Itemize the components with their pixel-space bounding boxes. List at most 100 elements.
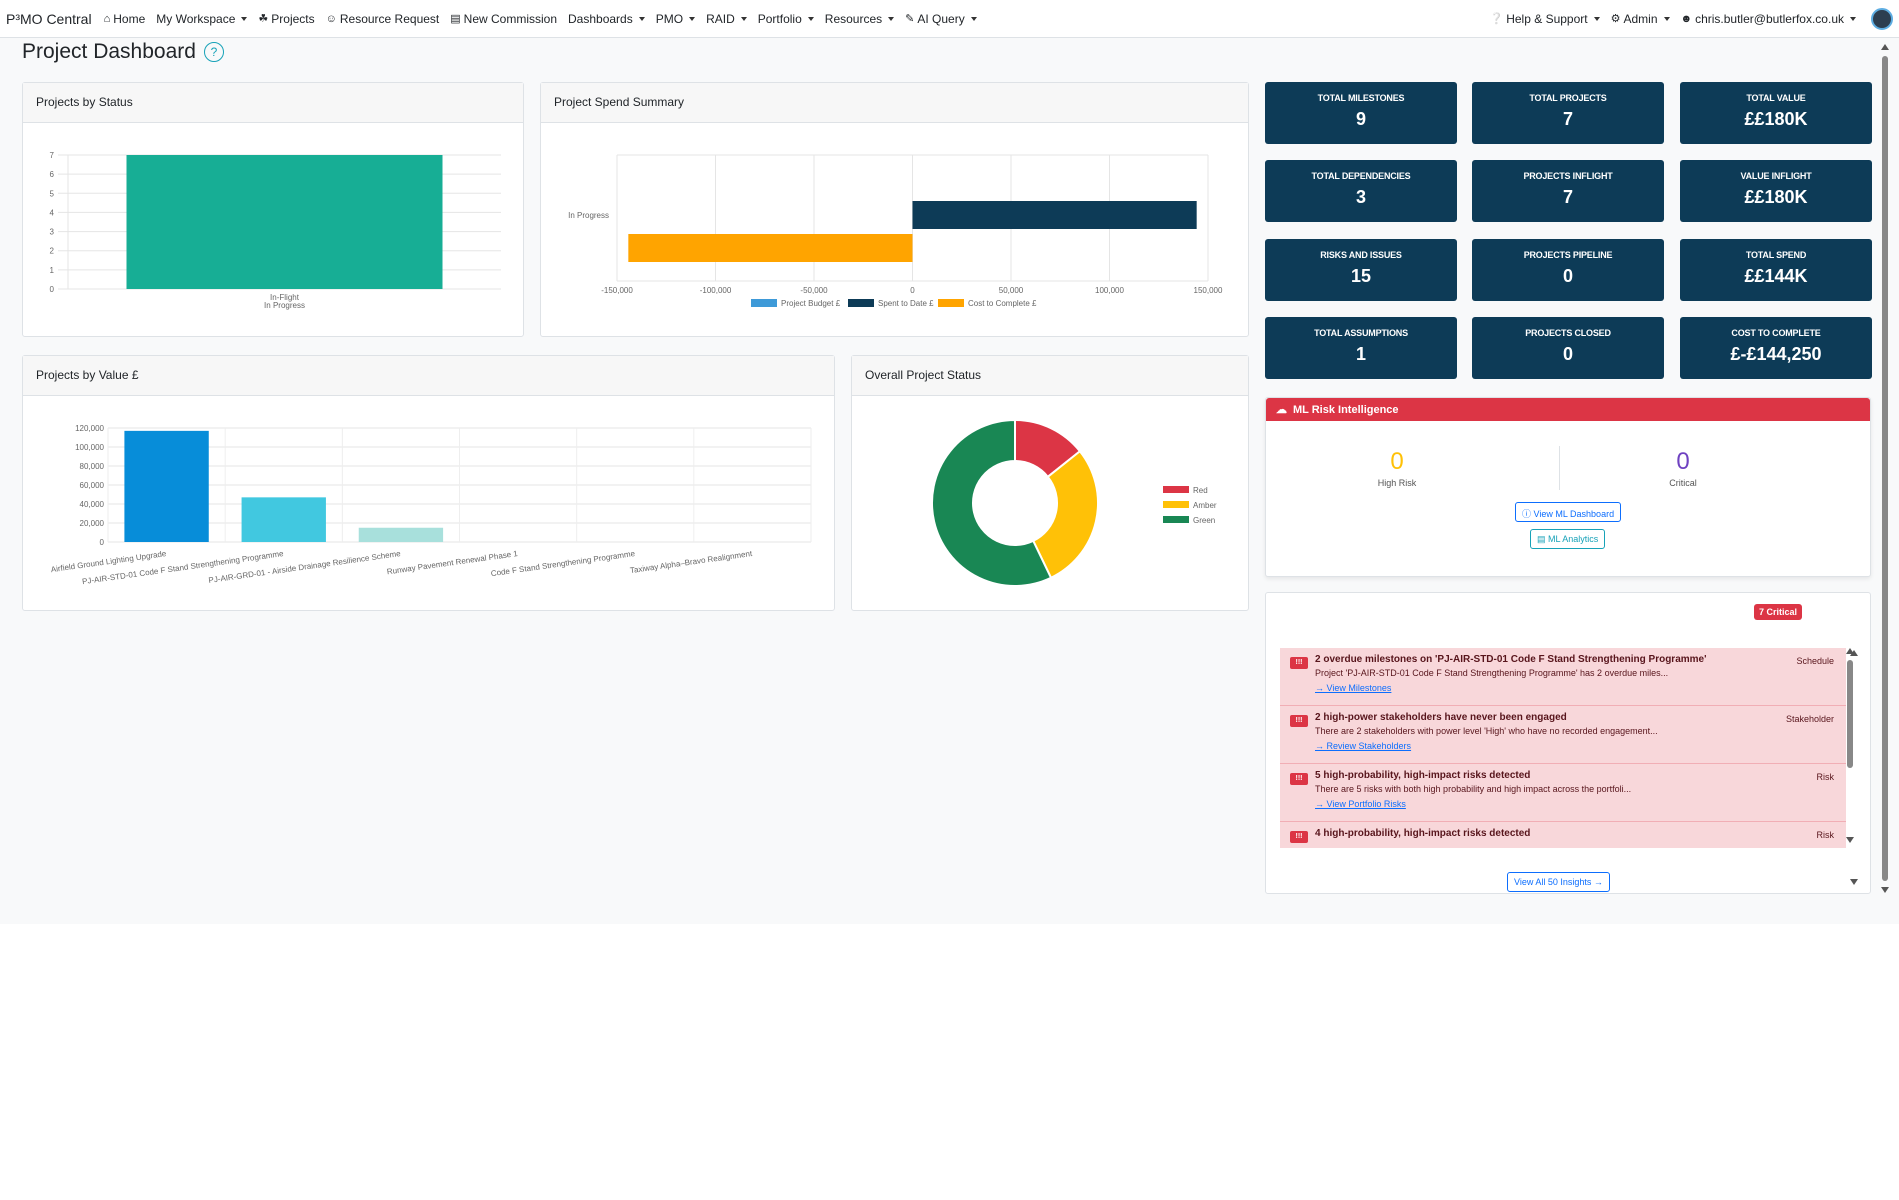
stat-tile-total-milestones[interactable]: Total Milestones 9 xyxy=(1265,82,1457,144)
caret-down-icon xyxy=(807,16,814,21)
user-menu[interactable]: ☻ chris.butler@butlerfox.co.uk xyxy=(1681,11,1856,26)
legend-label: Amber xyxy=(1193,501,1217,510)
x-tick-label: 50,000 xyxy=(999,286,1024,295)
user-email: chris.butler@butlerfox.co.uk xyxy=(1695,11,1844,26)
nav-item-portfolio[interactable]: Portfolio xyxy=(758,12,814,26)
stat-tile-projects-pipeline[interactable]: Projects Pipeline 0 xyxy=(1472,239,1664,301)
stat-tile-total-assumptions[interactable]: Total Assumptions 1 xyxy=(1265,317,1457,379)
document-icon: ▤ xyxy=(450,13,461,25)
avatar[interactable] xyxy=(1871,7,1893,30)
stat-tile-total-dependencies[interactable]: Total Dependencies 3 xyxy=(1265,160,1457,222)
brain-icon: ☁ xyxy=(1276,404,1287,416)
stat-tile-cost-to-complete[interactable]: Cost to Complete £-£144,250 xyxy=(1680,317,1872,379)
view-ml-dashboard-button[interactable]: ⓘ View ML Dashboard xyxy=(1515,502,1622,522)
scroll-thumb[interactable] xyxy=(1847,660,1853,768)
critical-stat: 0 Critical xyxy=(1652,448,1714,488)
stat-tile-total-spend[interactable]: Total Spend ££144K xyxy=(1680,239,1872,301)
scroll-up-icon[interactable] xyxy=(1881,44,1889,50)
view-all-insights-button[interactable]: View All 50 Insights → xyxy=(1507,872,1610,892)
caret-down-icon xyxy=(740,16,747,21)
high-risk-stat: 0 High Risk xyxy=(1366,448,1428,488)
nav-item-raid[interactable]: RAID xyxy=(706,12,747,26)
stat-tile-risks-and-issues[interactable]: Risks and Issues 15 xyxy=(1265,239,1457,301)
nav-label: Resource Request xyxy=(339,11,440,26)
stat-label: Total Assumptions xyxy=(1314,328,1408,338)
page-title-row: Project Dashboard ? xyxy=(22,40,224,64)
projects-by-status-card: Projects by Status 0 1 2 3 4 5 6 7 In-Flight In P… xyxy=(22,82,524,337)
legend-swatch xyxy=(1163,516,1189,523)
insight-item[interactable]: !!! 4 high-probability, high-impact risks… xyxy=(1280,822,1846,848)
scroll-down-icon[interactable] xyxy=(1881,887,1889,893)
alert-badge-icon: !!! xyxy=(1290,715,1308,727)
nav-item-resources[interactable]: Resources xyxy=(824,11,895,26)
card-title: Project Spend Summary xyxy=(541,83,1248,123)
admin-menu[interactable]: ⚙ Admin xyxy=(1611,12,1670,26)
bar-value xyxy=(124,430,209,542)
ml-divider xyxy=(1559,446,1560,490)
y-tick-label: 5 xyxy=(50,189,55,198)
legend-swatch xyxy=(751,299,777,307)
view-ml-dashboard-label: View ML Dashboard xyxy=(1533,509,1615,519)
insight-item[interactable]: !!! 5 high-probability, high-impact risks… xyxy=(1280,764,1846,822)
y-tick-label: 60,000 xyxy=(80,481,105,490)
stat-tile-projects-inflight[interactable]: Projects Inflight 7 xyxy=(1472,160,1664,222)
nav-item-new-commission[interactable]: ▤ New Commission xyxy=(450,12,557,26)
nav-item-resource-request[interactable]: ☺ Resource Request xyxy=(326,12,440,26)
scroll-thumb[interactable] xyxy=(1882,56,1888,881)
y-tick-label: 80,000 xyxy=(80,462,105,471)
nav-item-my-workspace[interactable]: My Workspace xyxy=(156,12,248,26)
nav-label: Resources xyxy=(824,11,883,26)
insight-link[interactable]: → View Portfolio Risks xyxy=(1315,799,1836,809)
x-tick-label: PJ-AIR-STD-01 Code F Stand Strengthening… xyxy=(82,549,285,586)
y-tick-label: 6 xyxy=(50,170,55,179)
ml-analytics-label: ML Analytics xyxy=(1548,534,1599,544)
y-tick-label: 40,000 xyxy=(80,500,105,509)
scroll-up-icon[interactable] xyxy=(1850,650,1858,656)
stat-tile-total-value[interactable]: Total Value ££180K xyxy=(1680,82,1872,144)
stat-tile-total-projects[interactable]: Total Projects 7 xyxy=(1472,82,1664,144)
nav-label: Dashboards xyxy=(568,11,633,26)
nav-right: ❔ Help & Support ⚙ Admin ☻ chris.butler@… xyxy=(1490,7,1899,30)
stat-value: 0 xyxy=(1562,266,1573,286)
insight-category: Stakeholder xyxy=(1785,714,1834,724)
nav-item-dashboards[interactable]: Dashboards xyxy=(568,12,645,26)
scroll-down-icon[interactable] xyxy=(1846,837,1854,843)
stat-label: Projects Closed xyxy=(1525,328,1611,338)
x-tick-label: PJ-AIR-GRD-01 - Airside Drainage Resilie… xyxy=(208,549,402,585)
stat-value: 7 xyxy=(1562,187,1573,207)
nav-item-pmo[interactable]: PMO xyxy=(656,12,696,26)
help-support-menu[interactable]: ❔ Help & Support xyxy=(1490,12,1600,26)
insight-item[interactable]: !!! 2 overdue milestones on 'PJ-AIR-STD-0… xyxy=(1280,648,1846,706)
insight-link[interactable]: → View Milestones xyxy=(1315,683,1836,693)
high-risk-label: High Risk xyxy=(1377,478,1417,488)
legend-label: Spent to Date £ xyxy=(878,299,934,308)
nav-item-ai-query[interactable]: ✎ AI Query xyxy=(905,12,977,26)
caret-down-icon xyxy=(1593,16,1600,21)
stat-value: 0 xyxy=(1562,344,1573,364)
nav-menu: ⌂ Home My Workspace ☘ Projects ☺ Resource Requ… xyxy=(104,12,988,26)
bar-value xyxy=(358,527,444,542)
nav-item-projects[interactable]: ☘ Projects xyxy=(258,12,314,26)
ml-analytics-button[interactable]: ▤ ML Analytics xyxy=(1530,529,1606,549)
insight-category: Risk xyxy=(1816,772,1835,782)
nav-label: RAID xyxy=(706,11,735,26)
page-scrollbar[interactable] xyxy=(1881,44,1889,894)
insight-item[interactable]: !!! 2 high-power stakeholders have never … xyxy=(1280,706,1846,764)
bar-spent-to-date- xyxy=(912,201,1197,229)
insight-title: 4 high-probability, high-impact risks de… xyxy=(1315,828,1531,839)
insight-link[interactable]: → Review Stakeholders xyxy=(1315,741,1836,751)
nav-item-home[interactable]: ⌂ Home xyxy=(104,12,146,26)
stat-tile-value-inflight[interactable]: Value Inflight ££180K xyxy=(1680,160,1872,222)
stat-value: ££180K xyxy=(1744,187,1808,207)
insight-link-label: View Portfolio Risks xyxy=(1326,799,1406,809)
insights-scrollbar[interactable] xyxy=(1846,648,1854,848)
brand-logo[interactable]: P³MO Central xyxy=(6,11,92,27)
pen-icon: ✎ xyxy=(905,13,915,25)
stat-tile-projects-closed[interactable]: Projects Closed 0 xyxy=(1472,317,1664,379)
scroll-down-icon[interactable] xyxy=(1850,879,1858,885)
insight-link-label: View Milestones xyxy=(1326,683,1392,693)
card-title: Projects by Value £ xyxy=(23,356,834,396)
alert-badge-icon: !!! xyxy=(1290,773,1308,785)
help-icon[interactable]: ? xyxy=(203,42,224,62)
gear-icon: ⚙ xyxy=(1610,13,1621,25)
